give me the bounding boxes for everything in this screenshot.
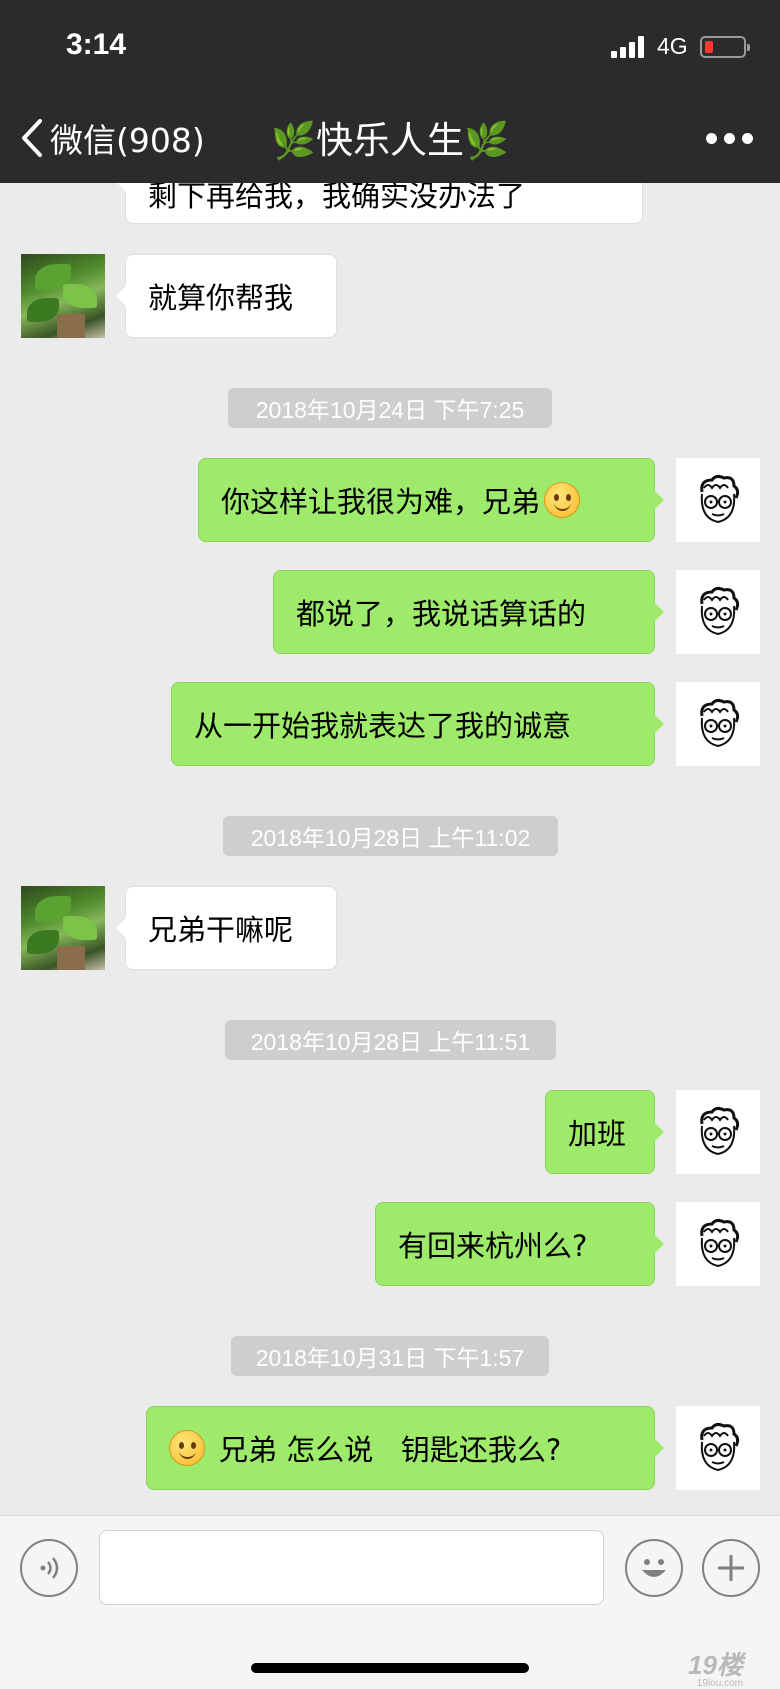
chat-title: 🌿快乐人生🌿 — [0, 110, 780, 164]
message-outgoing[interactable]: 从一开始我就表达了我的诚意 — [171, 682, 664, 766]
network-type: 4G — [657, 33, 688, 59]
message-outgoing[interactable]: 你这样让我很为难，兄弟 — [198, 458, 664, 542]
sketch-face-icon — [700, 1218, 740, 1268]
message-text: 就算你帮我 — [148, 281, 294, 315]
smiley-emoji-icon — [169, 1430, 205, 1466]
message-outgoing[interactable]: 有回来杭州么? — [375, 1202, 664, 1286]
smiley-emoji-icon — [544, 482, 581, 518]
timestamp: 2018年10月31日 下午1:57 — [231, 1336, 549, 1376]
sketch-face-icon — [700, 1422, 740, 1472]
sketch-face-icon — [700, 586, 740, 636]
watermark-sub: 19lou.com — [696, 1678, 743, 1689]
message-outgoing[interactable]: 兄弟 怎么说 钥匙还我么? — [146, 1406, 664, 1490]
status-time: 3:14 — [66, 28, 127, 61]
message-incoming[interactable]: 兄弟干嘛呢 — [116, 886, 337, 970]
message-outgoing[interactable]: 都说了，我说话算话的 — [273, 570, 664, 654]
message-text: 兄弟干嘛呢 — [148, 913, 294, 947]
voice-icon — [40, 1557, 59, 1579]
avatar[interactable] — [676, 682, 760, 766]
sketch-face-icon — [700, 1106, 740, 1156]
watermark-main: 19楼 — [688, 1650, 743, 1680]
avatar[interactable] — [676, 570, 760, 654]
timestamp: 2018年10月28日 上午11:02 — [223, 816, 558, 856]
voice-button[interactable] — [20, 1539, 78, 1597]
avatar[interactable] — [21, 254, 105, 338]
watermark-logo: 19楼 19lou.com — [688, 1645, 743, 1689]
sketch-face-icon — [700, 698, 740, 748]
message-text: 从一开始我就表达了我的诚意 — [194, 709, 572, 743]
message-incoming[interactable]: 就算你帮我 — [116, 254, 337, 338]
timestamp: 2018年10月28日 上午11:51 — [225, 1020, 556, 1060]
emoji-button[interactable] — [625, 1539, 683, 1597]
battery-icon — [700, 36, 750, 58]
home-indicator — [251, 1663, 529, 1673]
leaf-icon: 🌿 — [464, 121, 509, 162]
plus-icon — [718, 1555, 744, 1581]
sketch-face-icon — [700, 474, 740, 524]
message-text: 有回来杭州么? — [398, 1229, 588, 1263]
message-input[interactable] — [99, 1530, 604, 1605]
avatar[interactable] — [676, 1406, 760, 1490]
nav-header: 3:14 4G 微信(908) 🌿快乐人生🌿 — [0, 0, 780, 183]
message-text: 都说了，我说话算话的 — [296, 597, 587, 631]
message-outgoing[interactable]: 加班 — [545, 1090, 664, 1174]
signal-icon — [611, 36, 648, 58]
chat-title-text: 快乐人生 — [316, 119, 464, 162]
message-text: 加班 — [568, 1117, 627, 1151]
more-dots-icon[interactable] — [706, 133, 753, 144]
message-text: 兄弟 怎么说 钥匙还我么? — [219, 1433, 562, 1467]
avatar[interactable] — [676, 458, 760, 542]
timestamp: 2018年10月24日 下午7:25 — [228, 388, 552, 428]
emoji-icon — [642, 1559, 666, 1577]
avatar[interactable] — [676, 1202, 760, 1286]
avatar[interactable] — [21, 886, 105, 970]
message-text: 你这样让我很为难，兄弟 — [221, 485, 541, 519]
add-button[interactable] — [702, 1539, 760, 1597]
avatar[interactable] — [676, 1090, 760, 1174]
leaf-icon: 🌿 — [271, 121, 316, 162]
